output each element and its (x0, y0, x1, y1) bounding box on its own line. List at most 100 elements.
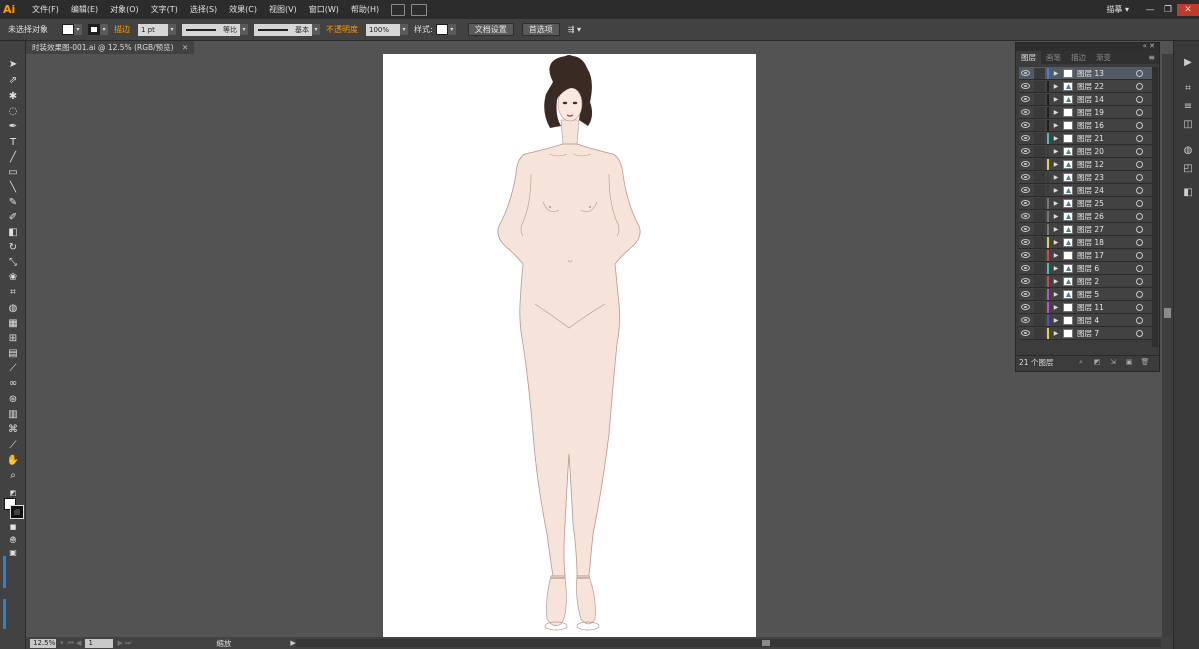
target-circle-icon[interactable] (1136, 252, 1143, 259)
tab-layers[interactable]: 图层 (1016, 51, 1041, 64)
visibility-eye-icon[interactable] (1021, 291, 1030, 297)
zoom-dropdown-icon[interactable]: ▾ (60, 639, 64, 647)
drawing-mode-icon[interactable]: ◎ (6, 534, 20, 546)
slice-tool-icon[interactable]: ⟋ (6, 440, 20, 452)
lock-toggle[interactable] (1034, 263, 1045, 274)
layer-name[interactable]: 图层 7 (1077, 327, 1099, 340)
target-circle-icon[interactable] (1136, 161, 1143, 168)
expand-arrow-icon[interactable]: ▶ (1052, 67, 1060, 80)
lock-toggle[interactable] (1034, 302, 1045, 313)
expand-arrow-icon[interactable]: ▶ (1052, 275, 1060, 288)
layer-name[interactable]: 图层 14 (1077, 93, 1104, 106)
layer-row[interactable]: ▶ 图层 14 (1019, 93, 1157, 106)
layer-name[interactable]: 图层 17 (1077, 249, 1104, 262)
target-circle-icon[interactable] (1136, 213, 1143, 220)
expand-arrow-icon[interactable]: ▶ (1052, 236, 1060, 249)
opacity-field[interactable]: 100% (366, 23, 400, 36)
expand-arrow-icon[interactable]: ▶ (1052, 119, 1060, 132)
expand-arrow-icon[interactable]: ▶ (1052, 210, 1060, 223)
layer-row[interactable]: ▶ 图层 12 (1019, 158, 1157, 171)
visibility-eye-icon[interactable] (1021, 122, 1030, 128)
visibility-eye-icon[interactable] (1021, 187, 1030, 193)
bridge-icon[interactable] (391, 3, 406, 16)
stroke-weight-dropdown-icon[interactable]: ▾ (168, 24, 176, 35)
document-setup-button[interactable]: 文档设置 (467, 23, 514, 36)
target-circle-icon[interactable] (1136, 278, 1143, 285)
shape-builder-tool-icon[interactable]: ◍ (6, 303, 20, 315)
layer-row[interactable]: ▶ 图层 21 (1019, 132, 1157, 145)
visibility-eye-icon[interactable] (1021, 304, 1030, 310)
horizontal-scroll-thumb[interactable] (762, 640, 770, 646)
layer-row[interactable]: ▶ 图层 16 (1019, 119, 1157, 132)
menu-item[interactable]: 编辑(E) (65, 0, 104, 19)
layer-row[interactable]: ▶ 图层 24 (1019, 184, 1157, 197)
target-circle-icon[interactable] (1136, 291, 1143, 298)
visibility-eye-icon[interactable] (1021, 317, 1030, 323)
target-circle-icon[interactable] (1136, 187, 1143, 194)
paintbrush-tool-icon[interactable]: ╲ (6, 182, 20, 194)
target-circle-icon[interactable] (1136, 83, 1143, 90)
visibility-eye-icon[interactable] (1021, 161, 1030, 167)
layer-name[interactable]: 图层 11 (1077, 301, 1104, 314)
workspace-switcher[interactable]: 描摹 ▾ (1106, 4, 1141, 15)
layer-name[interactable]: 图层 18 (1077, 236, 1104, 249)
expand-arrow-icon[interactable]: ▶ (1052, 106, 1060, 119)
visibility-eye-icon[interactable] (1021, 226, 1030, 232)
gradient-tool-icon[interactable]: ▤ (6, 348, 20, 360)
lock-toggle[interactable] (1034, 276, 1045, 287)
menu-item[interactable]: 选择(S) (184, 0, 223, 19)
layers-scrollbar[interactable] (1152, 67, 1158, 347)
lock-toggle[interactable] (1034, 94, 1045, 105)
eyedropper-tool-icon[interactable]: ⟋ (6, 363, 20, 375)
stroke-weight-field[interactable]: 1 pt (138, 23, 168, 36)
lock-toggle[interactable] (1034, 328, 1045, 339)
type-tool-icon[interactable]: T (6, 137, 20, 149)
stroke-box[interactable] (10, 505, 24, 519)
menu-item[interactable]: 文件(F) (26, 0, 65, 19)
expand-arrow-icon[interactable]: ▶ (1052, 93, 1060, 106)
appearance-icon[interactable]: ◰ (1182, 163, 1194, 174)
lock-toggle[interactable] (1034, 237, 1045, 248)
perspective-grid-tool-icon[interactable]: ▦ (6, 318, 20, 330)
visibility-eye-icon[interactable] (1021, 213, 1030, 219)
new-layer-icon[interactable]: ▣ (1124, 358, 1134, 367)
layer-name[interactable]: 图层 21 (1077, 132, 1104, 145)
opacity-dropdown-icon[interactable]: ▾ (400, 24, 408, 35)
layer-row[interactable]: ▶ 图层 27 (1019, 223, 1157, 236)
make-clipping-mask-icon[interactable]: ◩ (1092, 358, 1102, 367)
expand-arrow-icon[interactable]: ▶ (1052, 145, 1060, 158)
restore-button[interactable]: ❐ (1159, 4, 1177, 16)
expand-arrow-icon[interactable]: ▶ (1052, 171, 1060, 184)
layer-row[interactable]: ▶ 图层 6 (1019, 262, 1157, 275)
minimize-button[interactable]: — (1141, 4, 1159, 16)
color-guide-icon[interactable]: ◍ (1182, 145, 1194, 156)
expand-arrow-icon[interactable]: ▶ (1052, 80, 1060, 93)
expand-arrow-icon[interactable]: ▶ (1052, 301, 1060, 314)
expand-arrow-icon[interactable]: ▶ (1052, 314, 1060, 327)
menu-item[interactable]: 帮助(H) (345, 0, 385, 19)
target-circle-icon[interactable] (1136, 70, 1143, 77)
expand-arrow-icon[interactable]: ▶ (1052, 249, 1060, 262)
mesh-tool-icon[interactable]: ⊞ (6, 333, 20, 345)
layer-name[interactable]: 图层 16 (1077, 119, 1104, 132)
screen-mode-icon[interactable]: ▣ (6, 547, 20, 559)
layer-name[interactable]: 图层 13 (1077, 67, 1104, 80)
layer-row[interactable]: ▶ 图层 23 (1019, 171, 1157, 184)
tab-brushes[interactable]: 画笔 (1041, 51, 1066, 64)
line-tool-icon[interactable]: ╱ (6, 152, 20, 164)
horizontal-scrollbar[interactable] (296, 639, 1161, 647)
column-graph-tool-icon[interactable]: ▥ (6, 409, 20, 421)
lock-toggle[interactable] (1034, 315, 1045, 326)
expand-arrow-icon[interactable]: ▶ (1052, 223, 1060, 236)
layer-row[interactable]: ▶ 图层 5 (1019, 288, 1157, 301)
next-page-icon[interactable]: ▶ ⏭ (117, 639, 131, 648)
arrange-documents-icon[interactable] (411, 3, 428, 16)
panel-title-bar[interactable]: « ✕ (1016, 42, 1159, 51)
visibility-eye-icon[interactable] (1021, 252, 1030, 258)
symbol-sprayer-tool-icon[interactable]: ⊛ (6, 394, 20, 406)
delete-layer-icon[interactable]: 🗑 (1140, 358, 1150, 367)
visibility-eye-icon[interactable] (1021, 109, 1030, 115)
brush-dropdown-icon[interactable]: ▾ (312, 24, 320, 35)
tab-gradient[interactable]: 渐变 (1091, 51, 1116, 64)
close-tab-icon[interactable]: ✕ (182, 43, 188, 52)
